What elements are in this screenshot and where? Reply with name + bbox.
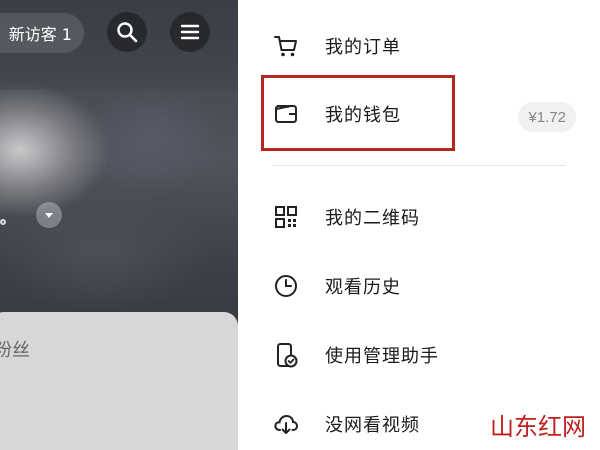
fans-label: 粉丝 <box>0 340 30 361</box>
highlight-box <box>261 75 455 151</box>
hamburger-menu-icon <box>180 24 200 40</box>
menu-button[interactable] <box>170 12 210 52</box>
cloud-download-icon <box>272 410 300 438</box>
menu-item-label: 没网看视频 <box>325 415 420 436</box>
side-drawer-menu: 我的订单 我的钱包 ¥1.72 我的二维码 观看历史 使用管理助手 没网看视频 <box>238 0 600 450</box>
wallet-balance-badge: ¥1.72 <box>518 102 576 132</box>
clock-icon <box>272 272 300 300</box>
search-button[interactable] <box>107 12 147 52</box>
profile-background: 新访客 1 粉丝 <box>0 0 238 450</box>
expand-button[interactable] <box>36 202 62 228</box>
menu-item-label: 我的订单 <box>325 37 401 58</box>
menu-item-label: 观看历史 <box>325 277 401 298</box>
menu-item-label: 我的二维码 <box>325 208 420 229</box>
watermark: 山东红网 <box>490 413 586 441</box>
menu-item-orders[interactable]: 我的订单 <box>238 22 600 70</box>
menu-item-qr-code[interactable]: 我的二维码 <box>238 193 600 241</box>
visitor-name: 新访客 1 <box>8 25 72 44</box>
qr-code-icon <box>272 203 300 231</box>
menu-item-label: 使用管理助手 <box>325 346 439 367</box>
menu-item-watch-history[interactable]: 观看历史 <box>238 262 600 310</box>
gender-icon <box>0 219 6 225</box>
menu-item-usage-assistant[interactable]: 使用管理助手 <box>238 331 600 379</box>
cart-icon <box>272 32 300 60</box>
menu-divider <box>272 165 566 166</box>
phone-check-icon <box>272 341 300 369</box>
visitor-name-pill[interactable]: 新访客 1 <box>0 13 84 53</box>
stats-card <box>0 312 238 450</box>
caret-down-icon <box>45 213 53 218</box>
search-icon <box>117 22 138 43</box>
